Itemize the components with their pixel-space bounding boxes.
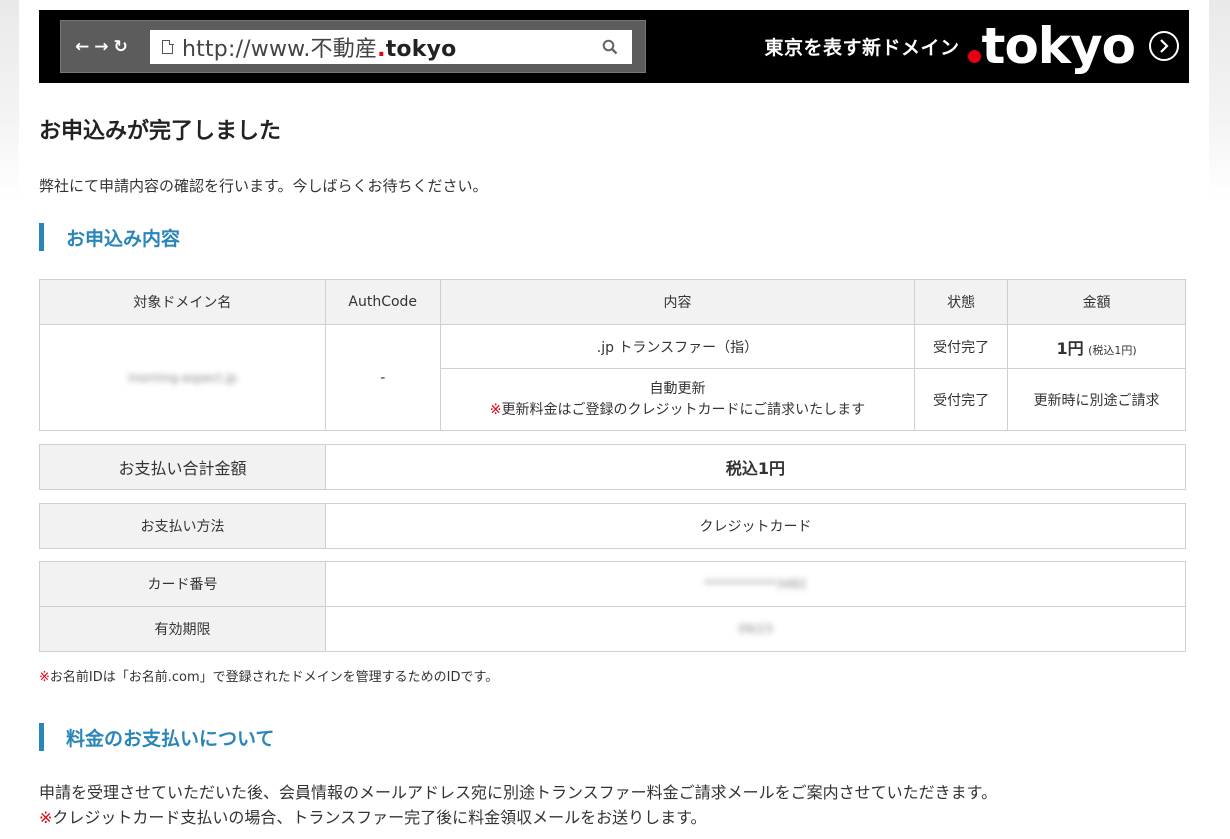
nav-icons: ← → ↻ <box>75 34 128 60</box>
footnote: ※お名前IDは「お名前.com」で登録されたドメインを管理するためのIDです。 <box>39 670 499 685</box>
payment-info-line2: ※クレジットカード支払いの場合、トランスファー完了後に料金領収メールをお送りしま… <box>39 808 707 827</box>
search-icon <box>602 39 618 55</box>
expiry-value: 09/23 <box>738 622 773 636</box>
address-bar: http://www.不動産.tokyo <box>150 30 632 64</box>
page: ← → ↻ http://www.不動産.tokyo 東京を表す新ドメイン to… <box>19 0 1209 839</box>
price-main: 1円 <box>1056 338 1084 358</box>
card-number-value: ************3482 <box>704 577 807 591</box>
expiry-cell: 09/23 <box>325 606 1186 652</box>
tokyo-logo: tokyo <box>967 17 1136 75</box>
forward-arrow-icon: → <box>94 37 109 57</box>
content-cell: 自動更新 ※更新料金はご登録のクレジットカードにご請求いたします <box>439 368 916 431</box>
status-cell: 受付完了 <box>914 368 1009 431</box>
domain-name: morning-aspect.jp <box>127 370 237 385</box>
section-heading-order: お申込み内容 <box>39 223 180 251</box>
total-table: お支払い合計金額 税込1円 <box>39 444 1186 490</box>
table-header-row: 対象ドメイン名 AuthCode 内容 状態 金額 <box>39 279 1186 325</box>
payment-method-table: お支払い方法 クレジットカード <box>39 503 1186 549</box>
col-header-domain: 対象ドメイン名 <box>39 279 326 325</box>
status-cell: 受付完了 <box>914 324 1009 369</box>
page-icon <box>162 39 174 54</box>
chevron-right-circle-icon[interactable] <box>1149 31 1179 61</box>
table-row: morning-aspect.jp - .jp トランスファー（指） 受付完了 … <box>39 324 1186 431</box>
expiry-label: 有効期限 <box>39 606 326 652</box>
total-value: 税込1円 <box>325 444 1186 490</box>
reload-icon: ↻ <box>113 37 128 57</box>
domain-cell: morning-aspect.jp <box>39 324 326 431</box>
card-table: カード番号 ************3482 有効期限 09/23 <box>39 561 1186 652</box>
section-heading-text: お申込み内容 <box>66 227 181 250</box>
page-title: お申込みが完了しました <box>39 119 282 144</box>
auto-renew-label: 自動更新 <box>649 381 706 398</box>
lead-text: 弊社にて申請内容の確認を行います。今しばらくお待ちください。 <box>39 177 488 195</box>
auto-renew-note: ※更新料金はご登録のクレジットカードにご請求いたします <box>489 401 866 418</box>
browser-mockup: ← → ↻ http://www.不動産.tokyo <box>60 20 646 73</box>
col-header-price: 金額 <box>1007 279 1186 325</box>
banner-right: 東京を表す新ドメイン tokyo <box>765 18 1179 74</box>
order-table: 対象ドメイン名 AuthCode 内容 状態 金額 morning-aspect… <box>39 279 1186 431</box>
logo-word: tokyo <box>981 17 1136 75</box>
col-header-content: 内容 <box>439 279 916 325</box>
card-number-cell: ************3482 <box>325 561 1186 607</box>
price-cell: 更新時に別途ご請求 <box>1007 368 1186 431</box>
back-arrow-icon: ← <box>75 37 90 57</box>
logo-dot <box>967 50 981 63</box>
section-heading-text: 料金のお支払いについて <box>66 727 275 750</box>
section-heading-payment: 料金のお支払いについて <box>39 723 274 751</box>
col-header-status: 状態 <box>914 279 1009 325</box>
address-text: http://www.不動産.tokyo <box>182 37 457 62</box>
payment-info-line1: 申請を受理させていただいた後、会員情報のメールアドレス宛に別途トランスファー料金… <box>39 783 998 802</box>
content-cell: .jp トランスファー（指） <box>439 324 916 369</box>
price-cell: 1円 (税込1円) <box>1007 324 1186 369</box>
payment-method-value: クレジットカード <box>325 503 1186 549</box>
authcode-cell: - <box>324 324 441 431</box>
payment-method-label: お支払い方法 <box>39 503 326 549</box>
total-label: お支払い合計金額 <box>39 444 326 490</box>
price-note: (税込1円) <box>1088 343 1137 357</box>
banner-tagline: 東京を表す新ドメイン <box>764 36 960 59</box>
card-number-label: カード番号 <box>39 561 326 607</box>
col-header-authcode: AuthCode <box>324 279 441 325</box>
tokyo-domain-banner[interactable]: ← → ↻ http://www.不動産.tokyo 東京を表す新ドメイン to… <box>39 10 1189 83</box>
